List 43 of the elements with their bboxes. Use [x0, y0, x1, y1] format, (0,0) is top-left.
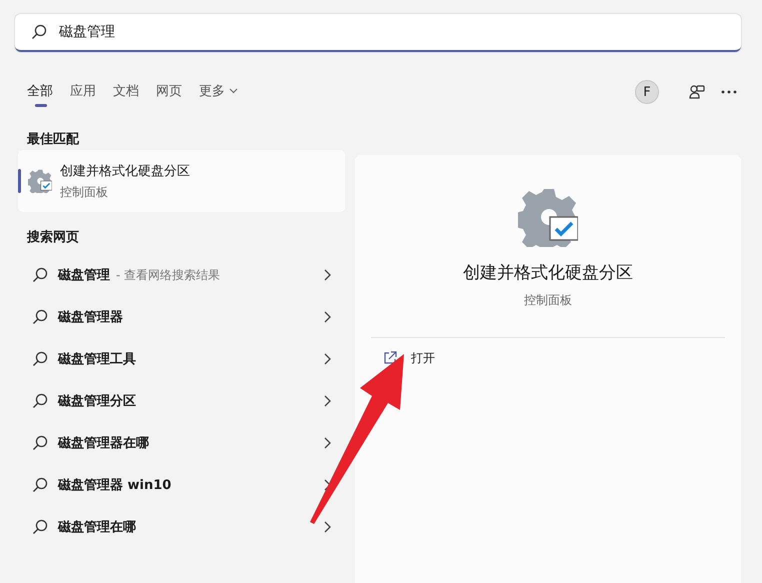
selection-indicator: [18, 169, 21, 193]
chevron-right-icon: [323, 521, 331, 533]
web-search-item[interactable]: 磁盘管理器在哪: [18, 422, 345, 464]
chevron-right-icon: [323, 311, 331, 323]
filter-tab[interactable]: 更多: [199, 76, 246, 108]
filter-tab[interactable]: 网页: [156, 76, 190, 108]
filter-tab[interactable]: 全部: [27, 76, 61, 108]
result-subtitle: 控制面板: [60, 184, 109, 200]
account-avatar[interactable]: F: [635, 80, 659, 104]
settings-icon: [28, 169, 52, 193]
chevron-right-icon: [323, 395, 331, 407]
web-search-item[interactable]: 磁盘管理器: [18, 296, 345, 338]
section-heading: 搜索网页: [26, 228, 80, 247]
web-search-item[interactable]: 磁盘管理器 win10: [18, 464, 345, 506]
chevron-right-icon: [323, 353, 331, 365]
search-icon: [32, 477, 48, 493]
settings-icon: [518, 187, 578, 247]
section-heading: 最佳匹配: [26, 131, 80, 149]
filter-tab[interactable]: 应用: [70, 76, 104, 108]
search-field[interactable]: 磁盘管理: [15, 14, 741, 52]
filter-tab[interactable]: 文档: [113, 76, 147, 108]
preview-subtitle: 控制面板: [524, 292, 572, 309]
chevron-right-icon: [323, 479, 331, 491]
search-icon: [32, 309, 48, 325]
active-tab-indicator: [35, 104, 47, 106]
chevron-right-icon: [323, 437, 331, 449]
chevron-right-icon: [323, 269, 331, 281]
search-input[interactable]: 磁盘管理: [57, 23, 725, 41]
open-external-icon: [383, 351, 397, 365]
search-icon: [32, 393, 48, 409]
search-icon: [32, 351, 48, 367]
preview-title: 创建并格式化硬盘分区: [463, 262, 633, 284]
search-icon: [32, 435, 48, 451]
best-match-item[interactable]: 创建并格式化硬盘分区 控制面板: [18, 150, 345, 212]
result-title: 创建并格式化硬盘分区: [60, 162, 190, 180]
search-icon: [31, 24, 47, 40]
search-icon: [32, 519, 48, 535]
web-search-item[interactable]: 磁盘管理工具: [18, 338, 345, 380]
open-action[interactable]: 打开: [371, 338, 725, 378]
search-icon: [32, 267, 48, 283]
web-search-item[interactable]: 磁盘管理 - 查看网络搜索结果: [18, 254, 345, 296]
web-search-item[interactable]: 磁盘管理在哪: [18, 506, 345, 548]
web-search-item[interactable]: 磁盘管理分区: [18, 380, 345, 422]
